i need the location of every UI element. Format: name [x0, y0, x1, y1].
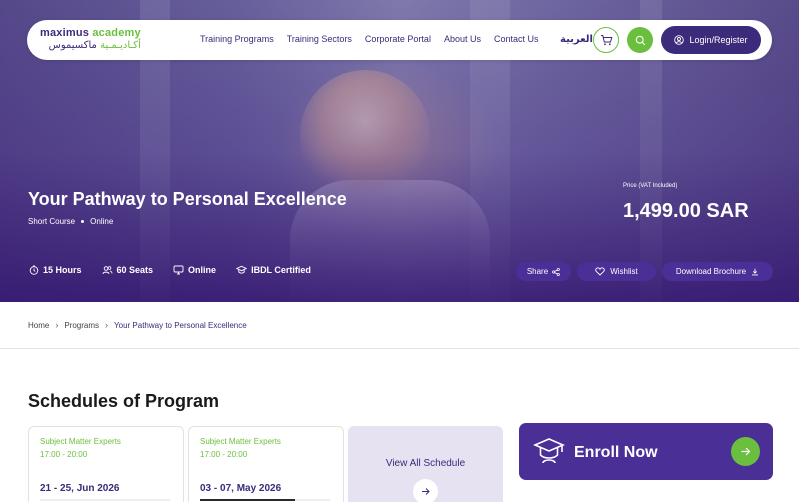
schedules-title: Schedules of Program — [28, 391, 220, 411]
arrow-right-icon — [741, 447, 751, 456]
monitor-icon — [173, 265, 184, 275]
meta-hours: 15 Hours — [29, 265, 82, 275]
enroll-now-button[interactable]: Enroll Now — [519, 423, 773, 480]
graduation-cap-icon — [236, 265, 248, 274]
nav-training-sectors[interactable]: Training Sectors — [287, 34, 352, 44]
schedule-progress-fill — [200, 499, 295, 501]
users-icon — [102, 266, 112, 275]
login-register-label: Login/Register — [689, 35, 748, 45]
wishlist-button[interactable]: Wishlist — [577, 262, 656, 281]
program-subtitle: Short Course Online — [28, 217, 113, 226]
schedule-role: Subject Matter Experts — [40, 437, 121, 446]
schedule-time: 17:00 - 20:00 — [40, 450, 88, 459]
course-type: Short Course — [28, 217, 76, 226]
section-divider — [0, 348, 799, 349]
meta-certification-label: IBDL Certified — [251, 265, 311, 275]
meta-hours-label: 15 Hours — [43, 265, 82, 275]
clock-icon — [29, 265, 39, 275]
program-meta: 15 Hours 60 Seats Online IBDL Certified — [29, 265, 311, 275]
logo-ar-accent: أكـاديـمـية — [100, 40, 141, 51]
view-all-schedule-label: View All Schedule — [385, 458, 466, 469]
logo-arabic: أكـاديـمـية ماكسيموس — [40, 40, 141, 51]
meta-seats-label: 60 Seats — [116, 265, 154, 275]
meta-mode: Online — [173, 265, 216, 275]
graduation-cap-icon — [533, 438, 565, 464]
brand-logo[interactable]: maximus academy أكـاديـمـية ماكسيموس — [40, 27, 141, 51]
breadcrumb-programs[interactable]: Programs — [64, 321, 99, 330]
wishlist-label: Wishlist — [610, 267, 638, 276]
delivery-type: Online — [90, 217, 114, 226]
share-label: Share — [526, 267, 549, 276]
nav-about-us[interactable]: About Us — [444, 34, 481, 44]
schedule-time: 17:00 - 20:00 — [200, 450, 248, 459]
logo-ar-main: ماكسيموس — [48, 40, 97, 51]
cart-button[interactable] — [593, 27, 619, 53]
nav-contact-us[interactable]: Contact Us — [494, 34, 539, 44]
price-label: Price (VAT Included) — [623, 183, 678, 189]
schedule-role: Subject Matter Experts — [200, 437, 281, 446]
breadcrumb-current: Your Pathway to Personal Excellence — [114, 320, 247, 330]
brochure-label: Download Brochure — [675, 267, 747, 276]
top-navbar: maximus academy أكـاديـمـية ماكسيموس Tra… — [27, 20, 772, 60]
logo-en-main: maximus — [40, 27, 90, 39]
chevron-right-icon: › — [105, 320, 109, 330]
chevron-right-icon: › — [55, 320, 59, 330]
arrow-right-icon — [422, 488, 430, 495]
login-register-button[interactable]: Login/Register — [661, 26, 761, 54]
schedule-progress-track — [40, 499, 170, 501]
nav-corporate-portal[interactable]: Corporate Portal — [365, 34, 431, 44]
schedule-card[interactable]: Subject Matter Experts 17:00 - 20:00 21 … — [28, 426, 184, 502]
logo-english: maximus academy — [40, 27, 141, 39]
schedule-date: 03 - 07, May 2026 — [200, 483, 282, 494]
enroll-now-label: Enroll Now — [574, 444, 658, 461]
enroll-arrow-button[interactable] — [731, 437, 760, 466]
main-nav: Training Programs Training Sectors Corpo… — [200, 34, 539, 44]
breadcrumb-home[interactable]: Home — [28, 321, 49, 330]
view-all-schedule-card[interactable]: View All Schedule — [348, 426, 503, 502]
program-title: Your Pathway to Personal Excellence — [28, 189, 347, 209]
schedule-card[interactable]: Subject Matter Experts 17:00 - 20:00 03 … — [188, 426, 344, 502]
search-button[interactable] — [627, 27, 653, 53]
share-icon — [552, 267, 560, 276]
price-value: 1,499.00 SAR — [623, 200, 749, 222]
search-icon — [635, 35, 645, 45]
share-button[interactable]: Share — [516, 262, 571, 281]
view-all-arrow-button[interactable] — [413, 479, 438, 502]
schedule-progress-track — [200, 499, 330, 501]
download-icon — [752, 268, 759, 275]
download-brochure-button[interactable]: Download Brochure — [662, 262, 773, 281]
meta-certification: IBDL Certified — [236, 265, 311, 275]
meta-seats: 60 Seats — [102, 265, 154, 275]
logo-en-accent: academy — [92, 27, 141, 39]
nav-training-programs[interactable]: Training Programs — [200, 34, 274, 44]
schedule-date: 21 - 25, Jun 2026 — [40, 483, 120, 494]
user-icon — [674, 35, 685, 45]
heart-icon — [595, 267, 605, 276]
cart-icon — [600, 35, 612, 46]
breadcrumb: Home › Programs › Your Pathway to Person… — [28, 320, 247, 330]
separator-dot — [81, 220, 85, 223]
meta-mode-label: Online — [188, 265, 217, 275]
language-switch[interactable]: العربية — [560, 34, 593, 45]
